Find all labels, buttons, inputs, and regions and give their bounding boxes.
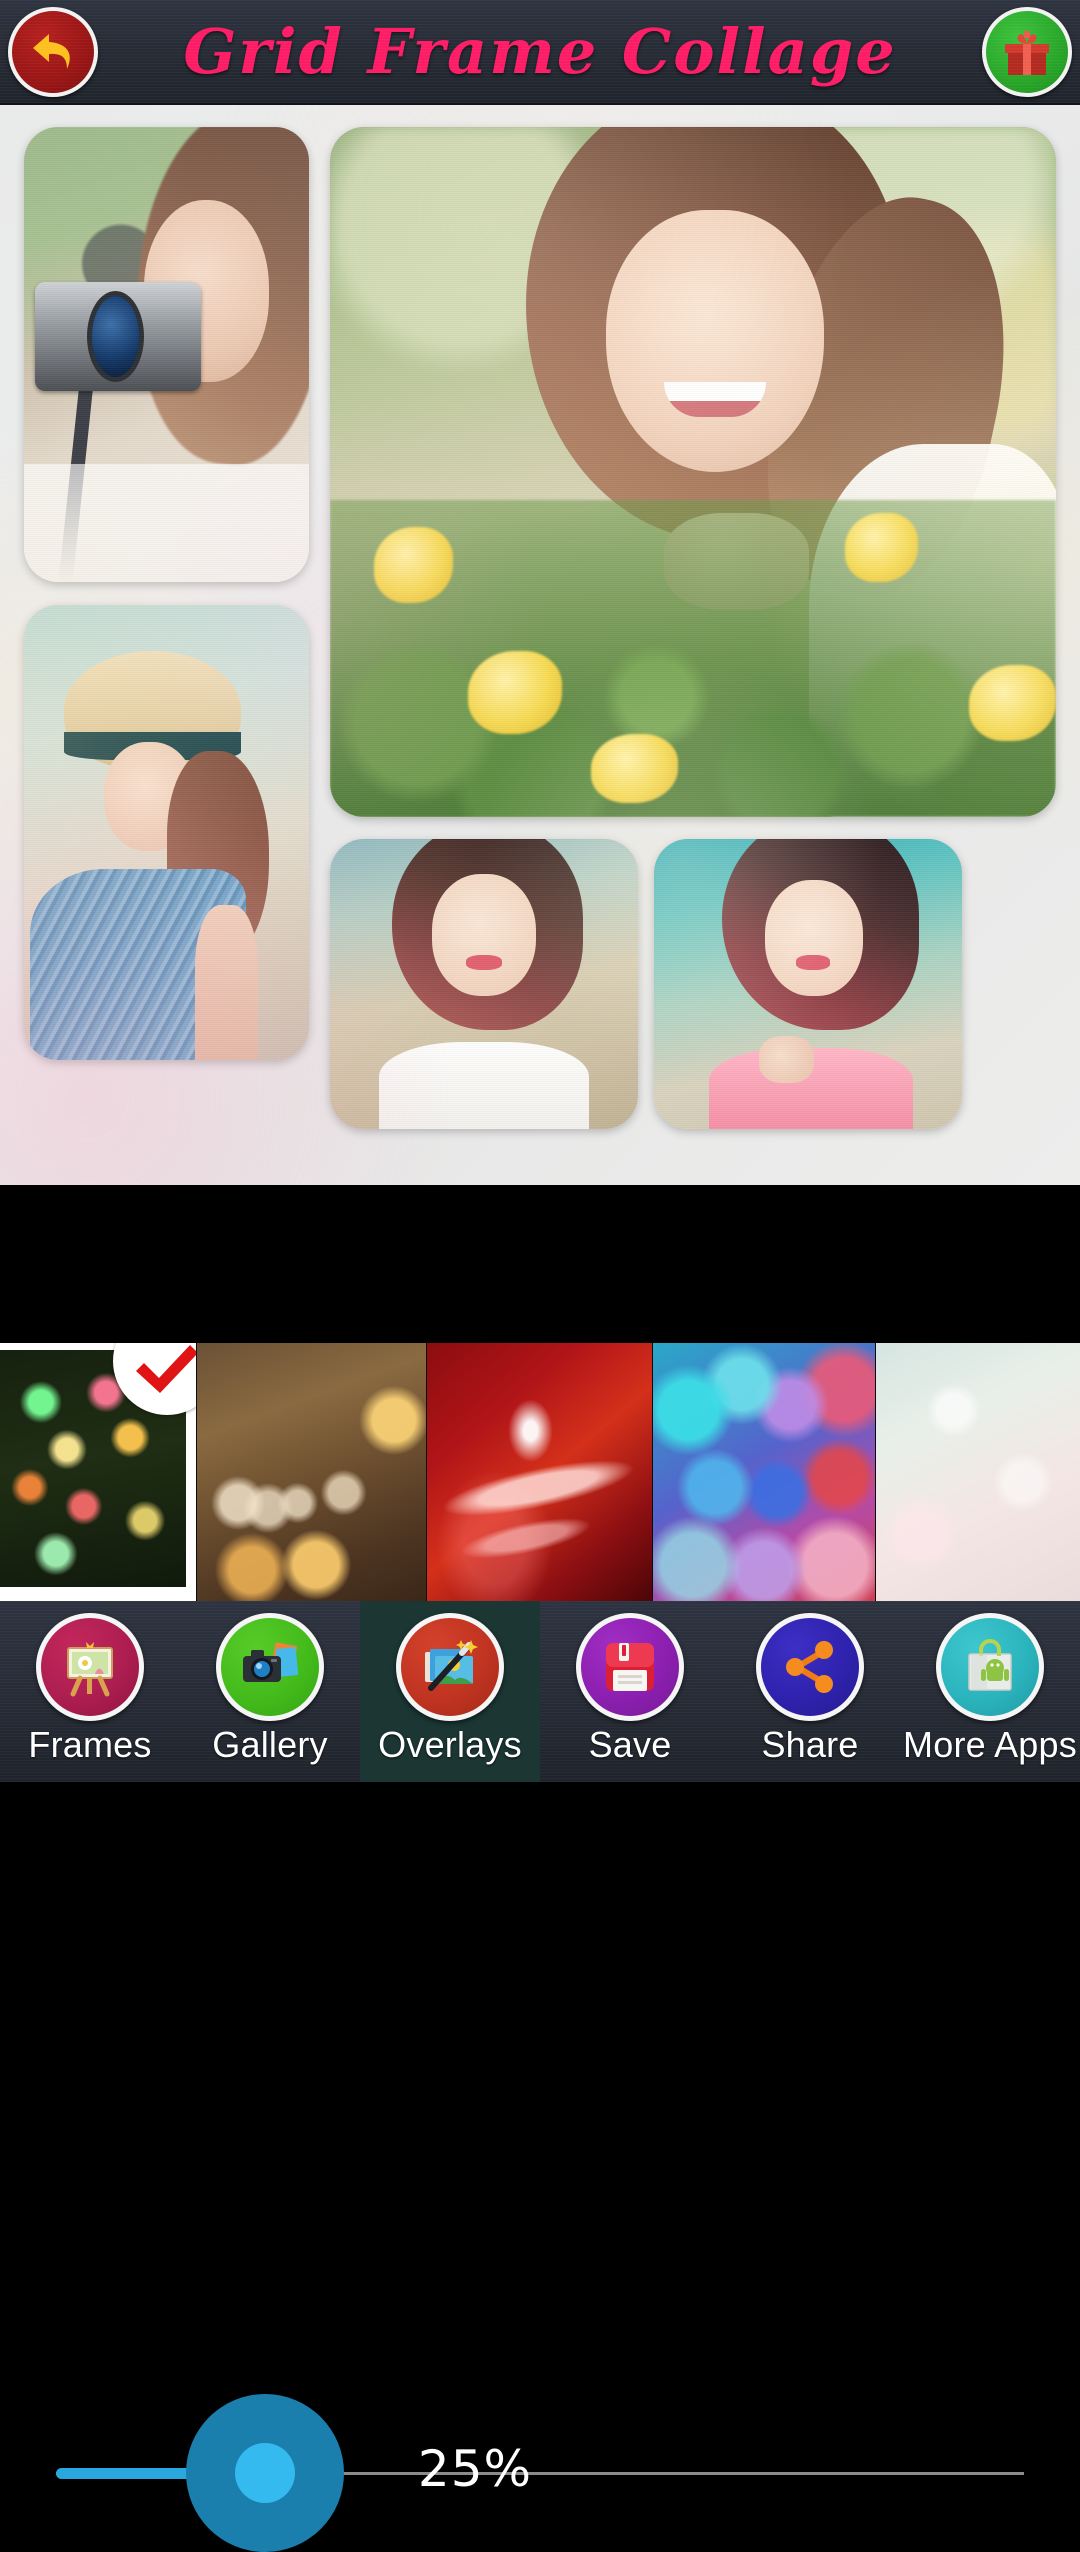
app-header: Grid Frame Collage [0,0,1080,105]
nav-item-frames[interactable]: Frames [0,1601,180,1782]
gift-icon [1005,31,1049,75]
nav-label-frames: Frames [28,1724,152,1765]
overlay-thumb-red-swirl[interactable] [427,1343,652,1601]
nav-item-more-apps[interactable]: More Apps [900,1601,1080,1782]
collage-photo-5[interactable] [654,839,962,1129]
camera-photos-icon [243,1642,299,1682]
overlay-thumb-colorful-hearts[interactable] [653,1343,875,1601]
collage-photo-3[interactable] [24,605,309,1060]
opacity-value-label: 25% [417,2440,533,2498]
nav-item-gallery[interactable]: Gallery [180,1601,360,1782]
overlay-opacity-panel: 25% [0,1185,1080,2552]
overlay-thumb-golden-bokeh[interactable] [197,1343,426,1601]
nav-item-share[interactable]: Share [720,1601,900,1782]
nav-label-save: Save [588,1724,672,1765]
share-button[interactable] [756,1613,864,1721]
magic-wand-photo-icon [425,1640,478,1691]
nav-label-overlays: Overlays [378,1724,522,1765]
check-icon [136,1344,196,1393]
page-title: Grid Frame Collage [183,14,897,88]
nav-label-share: Share [761,1724,859,1765]
collage-photo-4[interactable] [330,839,638,1129]
frames-button[interactable] [36,1613,144,1721]
floppy-disk-icon [606,1643,654,1691]
collage-photo-1[interactable] [24,127,309,582]
easel-picture-icon [67,1642,113,1697]
nav-item-overlays[interactable]: Overlays [360,1601,540,1782]
gift-button[interactable] [982,7,1072,97]
overlays-button[interactable] [396,1613,504,1721]
nav-item-save[interactable]: Save [540,1601,720,1782]
nav-label-more-apps: More Apps [903,1724,1077,1765]
share-nodes-icon [786,1641,833,1693]
collage-canvas[interactable] [0,105,1080,1185]
save-button[interactable] [576,1613,684,1721]
collage-photo-2[interactable] [330,127,1056,817]
overlay-thumb-pale-mint[interactable] [876,1343,1080,1601]
bottom-toolbar: Frames Gallery Overlays Save Share More … [0,1601,1080,1782]
gallery-button[interactable] [216,1613,324,1721]
shopping-bag-android-icon [968,1639,1012,1691]
overlay-thumbnail-strip[interactable] [0,1343,1080,1601]
overlay-thumb-butterfly-lights[interactable] [0,1343,196,1601]
nav-label-gallery: Gallery [212,1724,328,1765]
more-apps-button[interactable] [936,1613,1044,1721]
